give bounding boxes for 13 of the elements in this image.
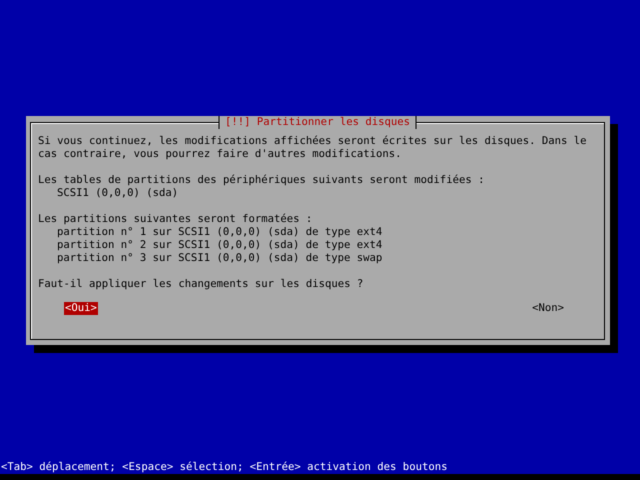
list-entry: SCSI1 (0,0,0) (sda) xyxy=(57,187,178,200)
dialog-text: cas contraire, vous pourrez faire d'autres modifications. xyxy=(38,148,402,161)
yes-button[interactable]: <Oui> xyxy=(64,302,98,315)
dialog-text: Si vous continuez, les modifications affichées seront écrites sur les disques. Dans le xyxy=(38,135,587,148)
status-bar: <Tab> déplacement; <Espace> sélection; <Entrée> activation des boutons xyxy=(0,460,640,480)
dialog-text: Les partitions suivantes seront formatées : xyxy=(38,213,312,226)
list-entry: partition n° 3 sur SCSI1 (0,0,0) (sda) de type swap xyxy=(57,252,382,265)
list-entry: partition n° 2 sur SCSI1 (0,0,0) (sda) de type ext4 xyxy=(57,239,382,252)
list-entry: partition n° 1 sur SCSI1 (0,0,0) (sda) de type ext4 xyxy=(57,226,382,239)
dialog-text: Les tables de partitions des périphériques suivants seront modifiées : xyxy=(38,174,484,187)
dialog-text: Faut-il appliquer les changements sur les disques ? xyxy=(38,278,364,291)
no-button[interactable]: <Non> xyxy=(531,302,565,315)
dialog-title: [!!] Partitionner les disques xyxy=(218,116,417,129)
